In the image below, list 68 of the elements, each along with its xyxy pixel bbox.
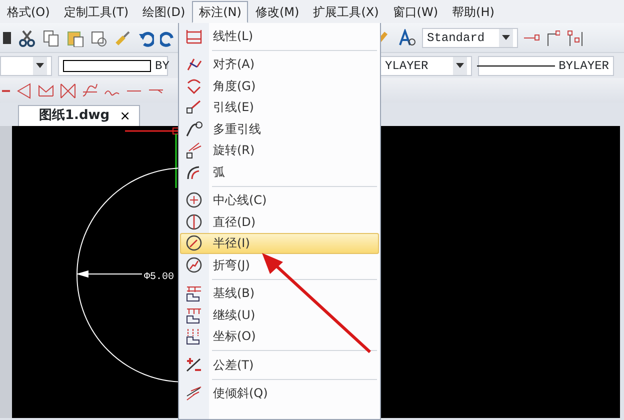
- menu-item[interactable]: 折弯(J): [180, 254, 379, 276]
- color-combo[interactable]: BY: [58, 56, 168, 76]
- jogged-dimension-icon: [185, 256, 203, 274]
- caret-icon[interactable]: [456, 63, 464, 68]
- rotated-dimension-icon: [185, 141, 203, 160]
- line-sample-icon: [476, 64, 555, 66]
- text-style-value: Standard: [427, 30, 485, 46]
- radius-icon: [185, 234, 203, 252]
- lineweight-combo[interactable]: BYLAYER: [478, 56, 614, 76]
- text-style-combo[interactable]: Standard: [422, 28, 518, 48]
- baseline-dimension-icon: [185, 284, 203, 302]
- menu-item[interactable]: 帮助(H): [445, 0, 502, 22]
- menu-item[interactable]: 扩展工具(X): [306, 0, 386, 22]
- menu-item[interactable]: 公差(T): [180, 354, 379, 376]
- menu-item[interactable]: 线性(L): [180, 25, 379, 46]
- diameter-icon: [185, 212, 203, 231]
- caret-icon[interactable]: [502, 35, 510, 40]
- menu-item[interactable]: 坐标(O): [180, 326, 379, 347]
- file-tab[interactable]: 图纸1.dwg ×: [18, 105, 140, 126]
- curve-icon[interactable]: [82, 82, 98, 100]
- oblique-icon: [185, 384, 203, 402]
- lineweight-value: BYLAYER: [558, 58, 609, 74]
- menu-item[interactable]: 绘图(D): [136, 0, 192, 22]
- menu-item[interactable]: 窗口(W): [386, 0, 446, 22]
- brush-icon[interactable]: [114, 28, 132, 46]
- crosshair-x-axis: [125, 130, 180, 132]
- menu-item[interactable]: 使倾斜(Q): [180, 382, 379, 404]
- menu-item[interactable]: 定制工具(T): [56, 0, 136, 22]
- linetype-value: YLAYER: [385, 58, 428, 74]
- continue-dimension-icon: [185, 306, 203, 324]
- tolerance-icon: [185, 356, 203, 374]
- multileader-icon: [185, 120, 203, 138]
- menu-item[interactable]: 多重引线: [180, 118, 379, 140]
- color-value: BY: [155, 58, 170, 74]
- menu-item[interactable]: 基线(B): [180, 282, 379, 304]
- dim-line-icon[interactable]: [524, 32, 540, 42]
- menu-item[interactable]: 角度(G): [180, 75, 379, 96]
- close-button[interactable]: ×: [120, 110, 131, 122]
- menu-item[interactable]: 直径(D): [180, 211, 379, 232]
- scissors-icon[interactable]: [18, 28, 36, 46]
- triangle-icon[interactable]: [16, 82, 32, 100]
- dim-corner-icon[interactable]: [546, 30, 560, 46]
- cross-icon[interactable]: [60, 82, 76, 100]
- dimension-text: Φ5.00: [144, 272, 174, 283]
- menu-item[interactable]: 半径(I): [180, 232, 379, 254]
- menu-item[interactable]: 修改(M): [248, 0, 306, 22]
- menu-item[interactable]: 中心线(C): [180, 190, 379, 211]
- menu-item[interactable]: 格式(O): [0, 0, 57, 22]
- caret-icon[interactable]: [36, 63, 44, 68]
- menu-item[interactable]: 引线(E): [180, 96, 379, 118]
- ucs-marker: [172, 128, 180, 134]
- center-mark-icon: [185, 191, 203, 210]
- copy-icon[interactable]: [42, 28, 60, 46]
- menu-item[interactable]: 弧: [180, 161, 379, 182]
- menu-item[interactable]: 标注(N): [192, 0, 248, 22]
- dimension-line: [78, 270, 142, 278]
- menu-item[interactable]: 对齐(A): [180, 54, 379, 75]
- menu-item[interactable]: 旋转(R): [180, 140, 379, 161]
- leader-icon: [185, 98, 203, 116]
- crosshair-y-axis: [175, 134, 177, 188]
- menu-item[interactable]: 继续(U): [180, 304, 379, 326]
- dim-vertical-icon[interactable]: [566, 30, 584, 46]
- linetype-combo[interactable]: YLAYER: [380, 56, 472, 76]
- paste-icon[interactable]: [66, 28, 84, 46]
- paste-special-icon[interactable]: [90, 28, 108, 46]
- angle-dimension-icon: [185, 76, 203, 95]
- text-style-icon[interactable]: [398, 28, 416, 46]
- color-swatch-icon: [63, 60, 151, 72]
